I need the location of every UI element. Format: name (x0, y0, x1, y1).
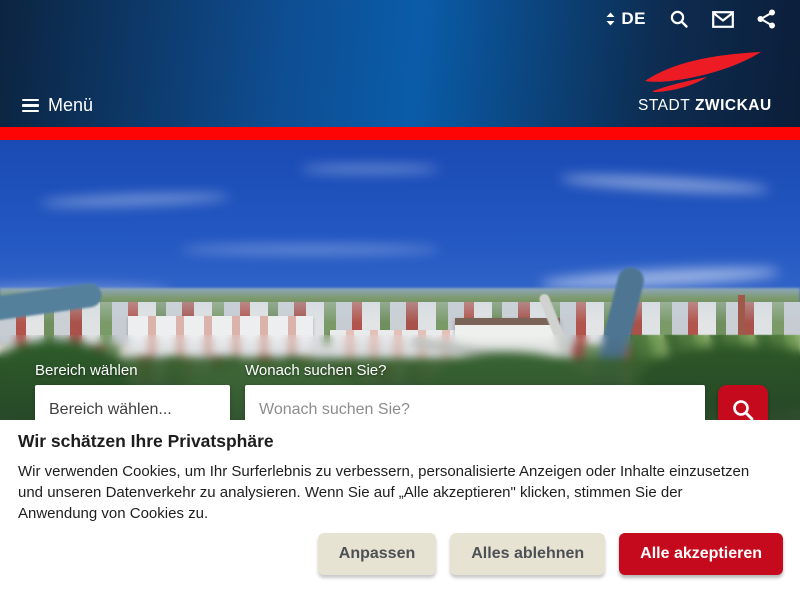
cookie-banner-buttons: Anpassen Alles ablehnen Alle akzeptieren (318, 533, 783, 575)
header-utility-bar: DE (605, 9, 776, 29)
menu-button[interactable]: Menü (22, 95, 93, 116)
brand-red-stripe (0, 127, 800, 140)
area-select-label: Bereich wählen (35, 362, 138, 379)
cloud (180, 245, 440, 254)
search-button-header[interactable] (669, 9, 689, 29)
share-button[interactable] (757, 9, 776, 29)
share-icon (757, 9, 776, 29)
logo-stadt: STADT (638, 97, 690, 114)
header: DE (0, 0, 800, 127)
cookie-customize-button[interactable]: Anpassen (318, 533, 436, 575)
page: DE (0, 0, 800, 600)
cookie-banner-message: Wir verwenden Cookies, um Ihr Surferlebn… (18, 461, 763, 524)
cookie-accept-all-button[interactable]: Alle akzeptieren (619, 533, 783, 575)
logo-zwickau: ZWICKAU (695, 97, 772, 114)
search-icon (669, 9, 689, 29)
query-input-label: Wonach suchen Sie? (245, 362, 386, 379)
area-select-value: Bereich wählen... (49, 401, 172, 419)
stadt-zwickau-logo[interactable]: STADT ZWICKAU (638, 51, 766, 115)
hamburger-icon (22, 99, 39, 113)
mail-icon (712, 11, 734, 28)
logo-swoosh-icon (641, 51, 763, 93)
contact-button[interactable] (712, 11, 734, 28)
up-down-chevrons-icon (605, 11, 616, 27)
cookie-banner-title: Wir schätzen Ihre Privatsphäre (18, 431, 274, 452)
menu-label: Menü (48, 95, 93, 116)
language-label: DE (621, 9, 646, 29)
cloud (300, 165, 440, 173)
cookie-reject-all-button[interactable]: Alles ablehnen (450, 533, 605, 575)
logo-text: STADT ZWICKAU (638, 97, 766, 115)
language-switcher[interactable]: DE (605, 9, 646, 29)
search-icon (731, 398, 755, 422)
cookie-consent-banner: Wir schätzen Ihre Privatsphäre Wir verwe… (0, 420, 800, 600)
